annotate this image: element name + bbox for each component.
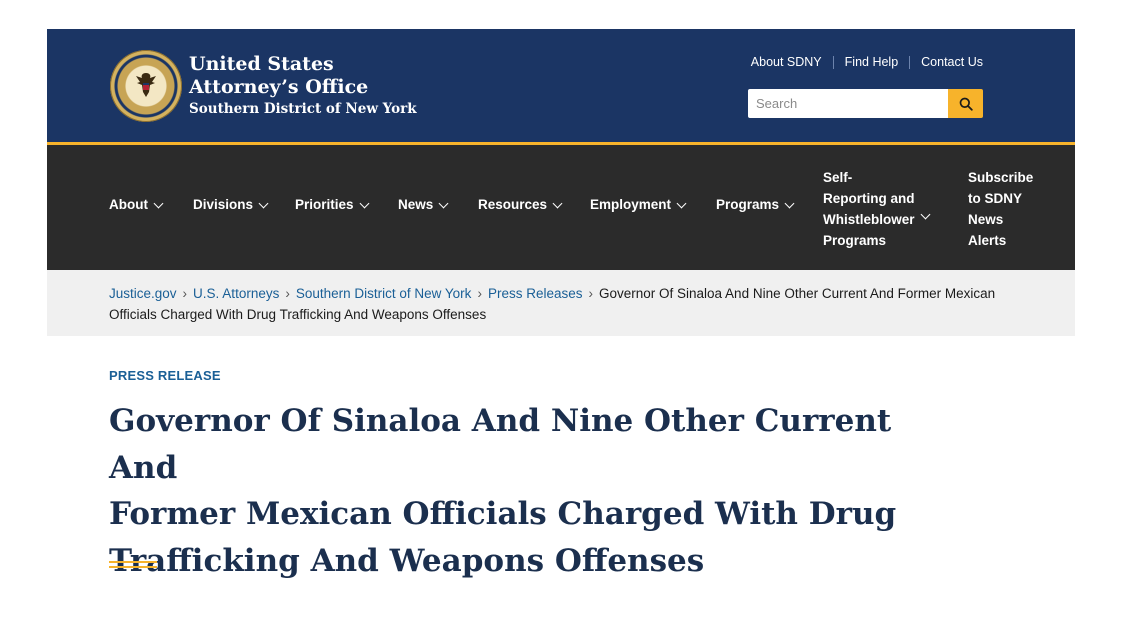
nav-label: Employment	[590, 197, 672, 212]
nav-about[interactable]: About	[109, 197, 164, 212]
utility-nav: About SDNY Find Help Contact Us	[751, 55, 983, 69]
search-icon	[959, 97, 973, 111]
headline-line: Governor Of Sinaloa And Nine Other Curre…	[109, 403, 892, 486]
nav-priorities[interactable]: Priorities	[295, 197, 369, 212]
search-form	[748, 89, 983, 118]
agency-line-3: Southern District of New York	[189, 101, 417, 117]
nav-label-line: Subscribe	[968, 170, 1034, 185]
nav-resources[interactable]: Resources	[478, 197, 563, 212]
agency-line-2: Attorney’s Office	[189, 76, 369, 98]
page-frame: United States Attorney’s Office Southern…	[47, 29, 1075, 336]
breadcrumb-separator-icon: ›	[285, 286, 290, 301]
chevron-down-icon	[153, 198, 164, 208]
search-input[interactable]	[748, 89, 948, 118]
headline-rule-bottom	[109, 566, 157, 568]
chevron-down-icon	[676, 198, 687, 208]
breadcrumb-separator-icon: ›	[588, 286, 593, 301]
article-kicker: PRESS RELEASE	[109, 368, 221, 383]
page-title: Governor Of Sinaloa And Nine Other Curre…	[109, 398, 929, 584]
contact-us-link[interactable]: Contact Us	[921, 55, 983, 69]
chevron-down-icon	[920, 209, 930, 220]
nav-label-line: Programs	[823, 233, 887, 248]
nav-self-reporting[interactable]: Self- Reporting and Whistleblower Progra…	[823, 167, 930, 251]
nav-subscribe-alerts[interactable]: Subscribe to SDNY News Alerts	[968, 167, 1033, 251]
site-header: United States Attorney’s Office Southern…	[47, 29, 1075, 142]
nav-label: About	[109, 197, 148, 212]
breadcrumb: Justice.gov › U.S. Attorneys › Southern Dist…	[47, 270, 1075, 336]
nav-label-line: News	[968, 212, 1004, 227]
agency-line-1: United States	[189, 53, 334, 75]
nav-label: Programs	[716, 197, 780, 212]
about-sdny-link[interactable]: About SDNY	[751, 55, 822, 69]
nav-label-line: to SDNY	[968, 191, 1022, 206]
main-nav: About Divisions Priorities News Resource…	[47, 145, 1075, 270]
nav-label-line: Reporting and	[823, 191, 915, 206]
find-help-link[interactable]: Find Help	[845, 55, 899, 69]
nav-news[interactable]: News	[398, 197, 449, 212]
search-button[interactable]	[948, 89, 983, 118]
nav-label-line: Whistleblower	[823, 212, 915, 227]
headline-line: Former Mexican Officials Charged With Dr…	[109, 496, 897, 532]
breadcrumb-separator-icon: ›	[182, 286, 188, 301]
eagle-icon	[136, 73, 156, 97]
nav-label-line-wrap: Whistleblower	[823, 209, 930, 230]
chevron-down-icon	[438, 198, 449, 208]
nav-label: Resources	[478, 197, 548, 212]
nav-employment[interactable]: Employment	[590, 197, 687, 212]
breadcrumb-link-us-attorneys[interactable]: U.S. Attorneys	[193, 286, 279, 301]
chevron-down-icon	[258, 198, 269, 208]
headline-line: Trafficking And Weapons Offenses	[109, 542, 705, 579]
agency-name[interactable]: United States Attorney’s Office Southern…	[189, 53, 417, 119]
utility-divider	[909, 55, 911, 69]
nav-divisions[interactable]: Divisions	[193, 197, 269, 212]
doj-seal-icon[interactable]	[110, 50, 182, 122]
breadcrumb-link-sdny[interactable]: Southern District of New York	[296, 286, 472, 301]
breadcrumb-link-justice[interactable]: Justice.gov	[109, 286, 177, 301]
chevron-down-icon	[784, 198, 795, 208]
nav-label-line: Self-	[823, 170, 853, 185]
nav-programs[interactable]: Programs	[716, 197, 795, 212]
chevron-down-icon	[552, 198, 563, 208]
chevron-down-icon	[359, 198, 369, 208]
nav-label: News	[398, 197, 434, 212]
nav-label-line: Alerts	[968, 233, 1007, 248]
nav-label: Divisions	[193, 197, 254, 212]
breadcrumb-link-press-releases[interactable]: Press Releases	[488, 286, 583, 301]
headline-rule-top	[109, 561, 157, 563]
nav-label: Priorities	[295, 197, 354, 212]
utility-divider	[832, 55, 834, 69]
breadcrumb-separator-icon: ›	[477, 286, 482, 301]
